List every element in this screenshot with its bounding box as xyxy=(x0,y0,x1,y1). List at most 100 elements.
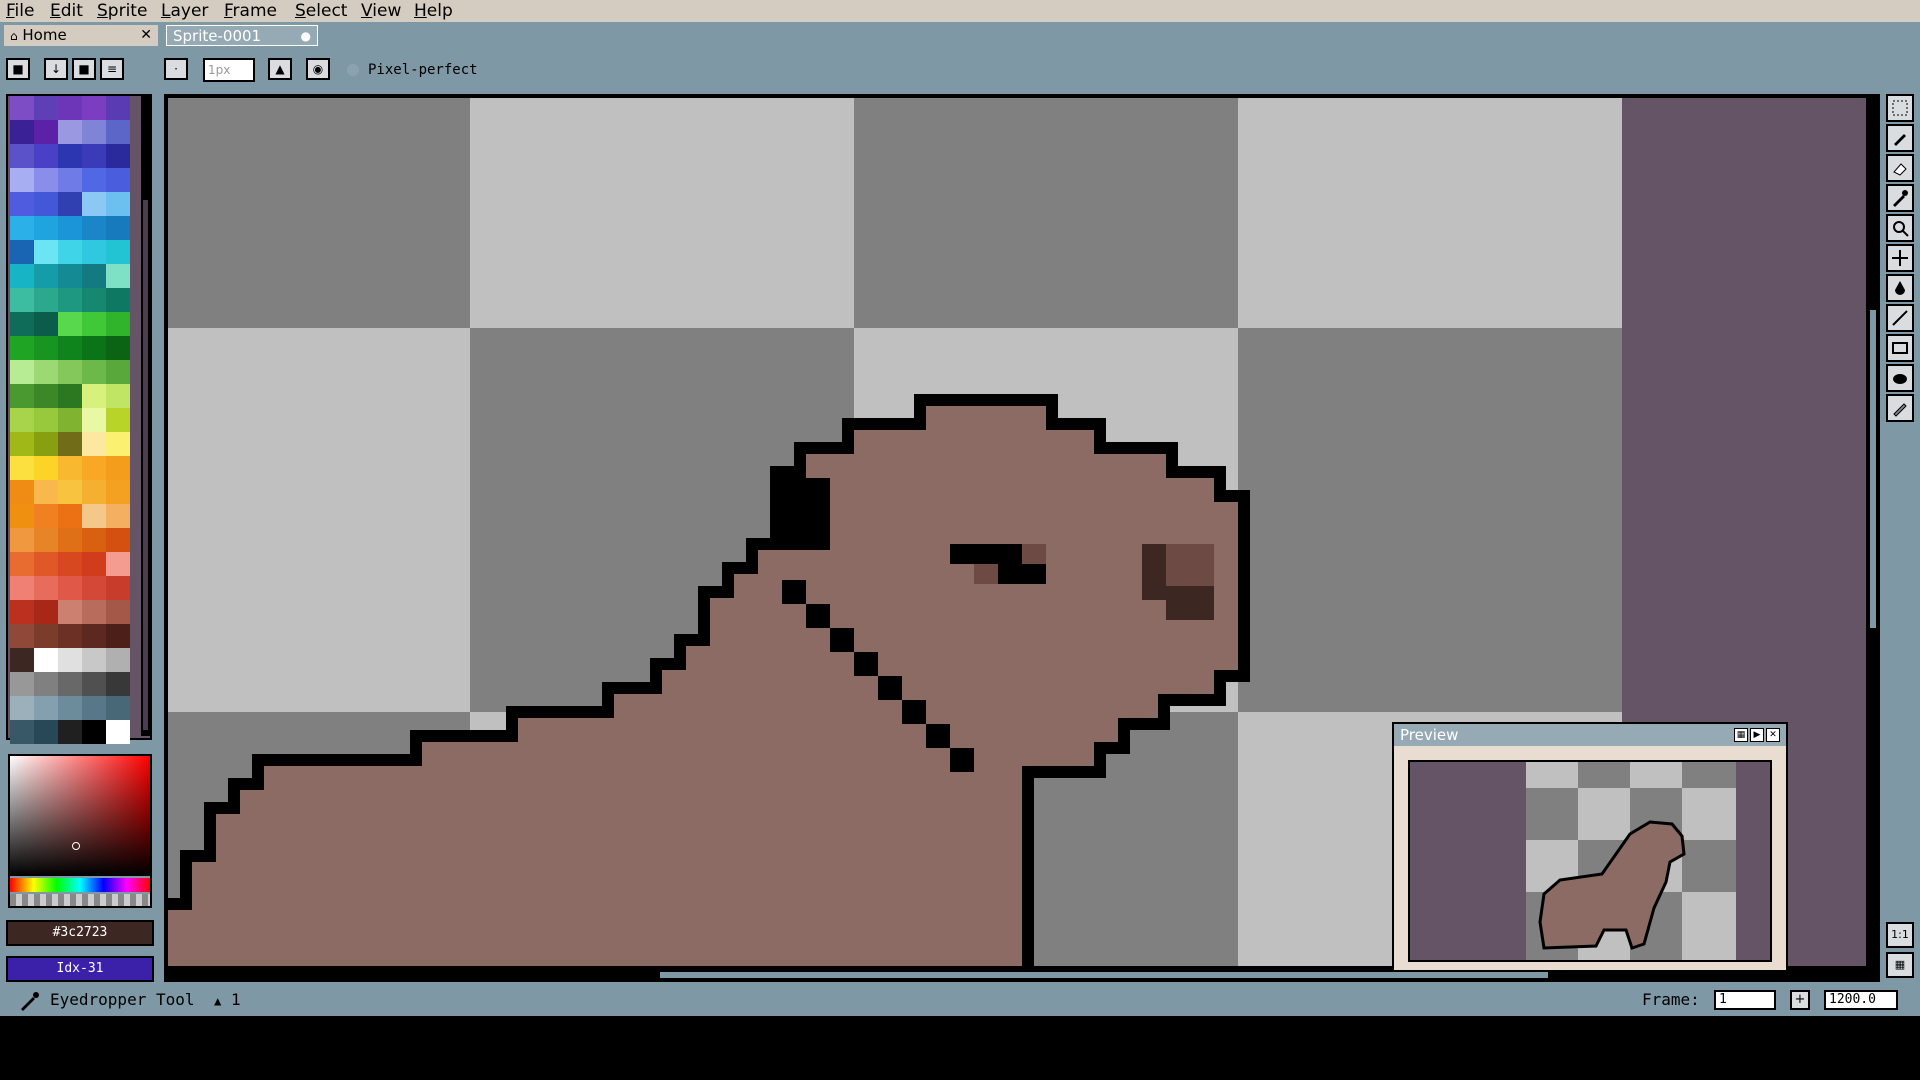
menu-file[interactable]: File xyxy=(6,0,34,22)
palette-swatch[interactable] xyxy=(106,504,130,528)
palette-swatch[interactable] xyxy=(10,264,34,288)
palette-swatch[interactable] xyxy=(58,360,82,384)
palette-swatch[interactable] xyxy=(10,456,34,480)
palette-swatch[interactable] xyxy=(82,672,106,696)
palette-swatch[interactable] xyxy=(106,288,130,312)
brush-size-input[interactable]: 1px xyxy=(203,58,255,82)
preview-play-icon[interactable]: ▶ xyxy=(1750,728,1764,742)
move-tool-icon[interactable] xyxy=(1886,244,1914,272)
palette-swatch[interactable] xyxy=(34,336,58,360)
palette-swatch[interactable] xyxy=(58,240,82,264)
palette-swatch[interactable] xyxy=(34,480,58,504)
palette-swatch[interactable] xyxy=(82,336,106,360)
palette-swatch[interactable] xyxy=(82,576,106,600)
palette-swatch[interactable] xyxy=(82,504,106,528)
menu-edit[interactable]: Edit xyxy=(50,0,83,22)
palette-swatch[interactable] xyxy=(82,360,106,384)
palette-swatch[interactable] xyxy=(82,456,106,480)
palette-swatch[interactable] xyxy=(106,480,130,504)
palette-swatch[interactable] xyxy=(58,192,82,216)
palette-swatch[interactable] xyxy=(82,168,106,192)
tab-sprite[interactable]: Sprite-0001 ● xyxy=(166,25,318,46)
palette-swatch[interactable] xyxy=(10,672,34,696)
color-picker[interactable] xyxy=(8,754,152,908)
palette-swatch[interactable] xyxy=(10,120,34,144)
palette-swatch[interactable] xyxy=(34,648,58,672)
menu-layer[interactable]: Layer xyxy=(161,0,208,22)
palette-swatch[interactable] xyxy=(10,216,34,240)
palette-swatch[interactable] xyxy=(82,480,106,504)
preview-fit-icon[interactable]: ▦ xyxy=(1734,728,1748,742)
palette-swatch[interactable] xyxy=(82,696,106,720)
eraser-tool-icon[interactable] xyxy=(1886,154,1914,182)
palette-swatch[interactable] xyxy=(10,504,34,528)
palette-swatch[interactable] xyxy=(58,168,82,192)
menu-help[interactable]: Help xyxy=(414,0,453,22)
palette-swatch[interactable] xyxy=(58,624,82,648)
palette-swatch[interactable] xyxy=(10,360,34,384)
palette-swatch[interactable] xyxy=(34,168,58,192)
palette-swatch[interactable] xyxy=(106,216,130,240)
palette-swatch[interactable] xyxy=(58,576,82,600)
palette-swatch[interactable] xyxy=(106,648,130,672)
palette-swatch[interactable] xyxy=(10,384,34,408)
palette-swatch[interactable] xyxy=(82,120,106,144)
palette-swatch[interactable] xyxy=(106,624,130,648)
background-color-button[interactable]: Idx-31 xyxy=(6,956,154,982)
palette-swatch[interactable] xyxy=(82,96,106,120)
palette-swatch[interactable] xyxy=(34,360,58,384)
palette-swatch[interactable] xyxy=(34,528,58,552)
palette-swatch[interactable] xyxy=(10,720,34,744)
palette-swatch[interactable] xyxy=(82,624,106,648)
close-icon[interactable]: ✕ xyxy=(140,25,152,46)
palette-swatch[interactable] xyxy=(106,144,130,168)
palette-swatch[interactable] xyxy=(10,696,34,720)
blur-tool-icon[interactable] xyxy=(1886,394,1914,422)
palette-swatch[interactable] xyxy=(58,648,82,672)
one-to-one-button[interactable]: 1:1 xyxy=(1886,922,1914,948)
palette-swatch[interactable] xyxy=(34,144,58,168)
palette-swatch[interactable] xyxy=(106,336,130,360)
palette-swatch[interactable] xyxy=(82,432,106,456)
stop-icon[interactable]: ■ xyxy=(72,58,96,80)
palette-swatch[interactable] xyxy=(106,720,130,744)
palette-swatch[interactable] xyxy=(58,120,82,144)
pixel-perfect-checkbox[interactable] xyxy=(347,64,359,76)
palette-swatch[interactable] xyxy=(34,216,58,240)
palette-swatch[interactable] xyxy=(58,432,82,456)
palette-swatch[interactable] xyxy=(106,360,130,384)
horizontal-scroll-thumb[interactable] xyxy=(660,972,1548,978)
menu-view[interactable]: View xyxy=(361,0,401,22)
palette-swatch[interactable] xyxy=(106,696,130,720)
palette-swatch[interactable] xyxy=(106,240,130,264)
palette-swatch[interactable] xyxy=(82,552,106,576)
palette-swatch[interactable] xyxy=(82,312,106,336)
palette-swatch[interactable] xyxy=(10,192,34,216)
palette-swatch[interactable] xyxy=(58,528,82,552)
blob-tool-icon[interactable] xyxy=(1886,364,1914,392)
lock-icon[interactable]: ■ xyxy=(6,58,30,80)
palette-scroll-thumb[interactable] xyxy=(143,200,148,730)
palette-swatch[interactable] xyxy=(106,552,130,576)
palette-swatch[interactable] xyxy=(58,144,82,168)
vertical-scroll-thumb[interactable] xyxy=(1870,310,1876,628)
palette-swatch[interactable] xyxy=(34,384,58,408)
menu-sprite[interactable]: Sprite xyxy=(97,0,147,22)
palette-swatch[interactable] xyxy=(34,456,58,480)
rectangle-tool-icon[interactable] xyxy=(1886,334,1914,362)
menu-select[interactable]: Select xyxy=(295,0,347,22)
palette-swatch[interactable] xyxy=(82,144,106,168)
palette-swatch[interactable] xyxy=(82,384,106,408)
menu-lines-icon[interactable]: ≡ xyxy=(100,58,124,80)
palette-swatch[interactable] xyxy=(58,408,82,432)
palette-swatch[interactable] xyxy=(34,192,58,216)
palette-swatch[interactable] xyxy=(82,264,106,288)
palette-swatch[interactable] xyxy=(106,312,130,336)
palette-swatch[interactable] xyxy=(106,576,130,600)
palette-swatch[interactable] xyxy=(82,600,106,624)
palette-swatch[interactable] xyxy=(58,216,82,240)
preview-canvas[interactable] xyxy=(1408,760,1772,962)
saturation-value-field[interactable] xyxy=(10,756,150,876)
palette-swatch[interactable] xyxy=(58,264,82,288)
zoom-tool-icon[interactable] xyxy=(1886,214,1914,242)
